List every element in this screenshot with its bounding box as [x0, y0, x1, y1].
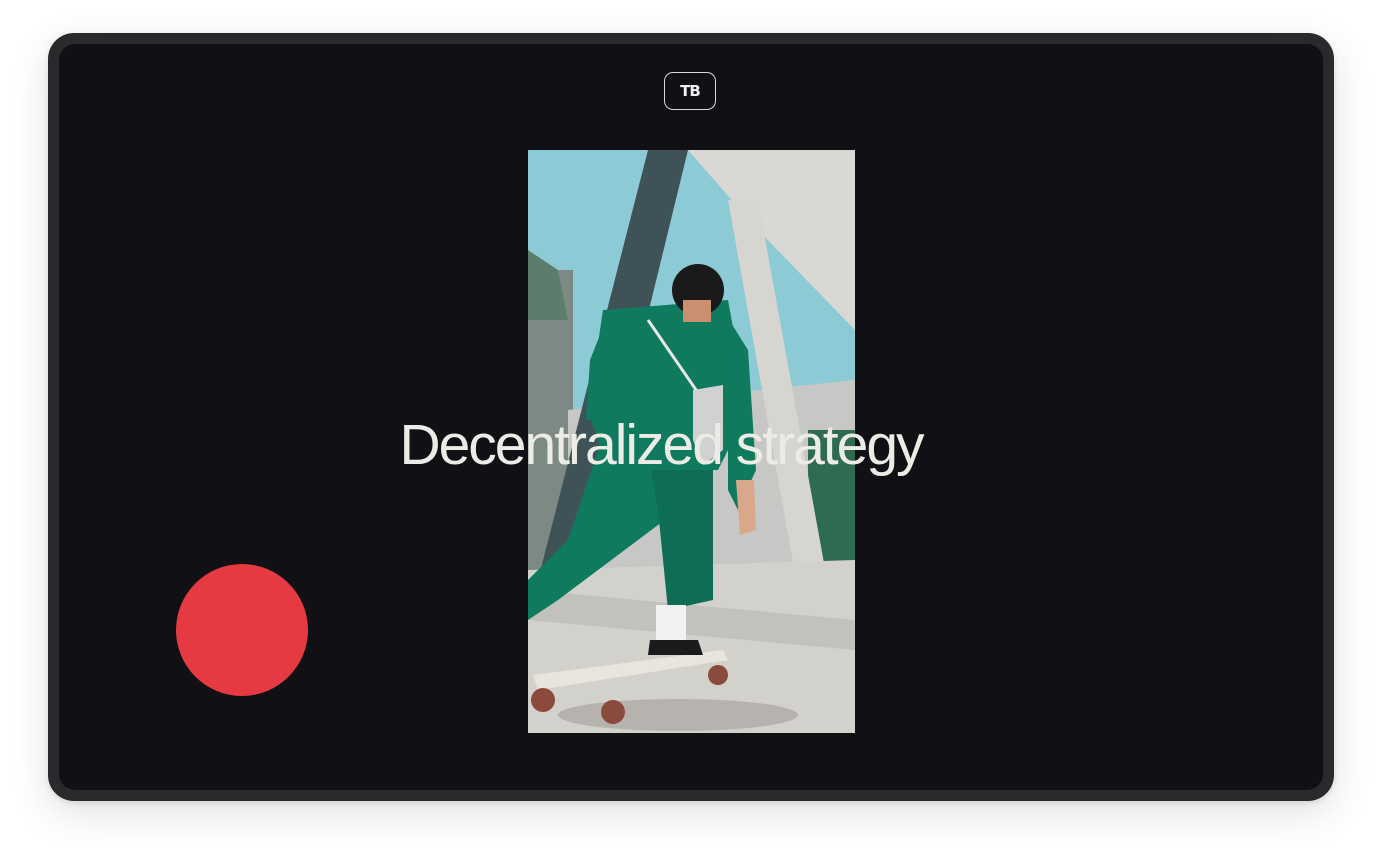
hero-headline: Decentralized strategy [399, 413, 924, 477]
device-frame: TB Decentralized strategy [48, 33, 1334, 801]
brand-logo-text: TB [680, 82, 701, 100]
brand-logo[interactable]: TB [664, 72, 716, 110]
screen: TB Decentralized strategy [59, 44, 1323, 790]
red-circle-accent [176, 564, 308, 696]
